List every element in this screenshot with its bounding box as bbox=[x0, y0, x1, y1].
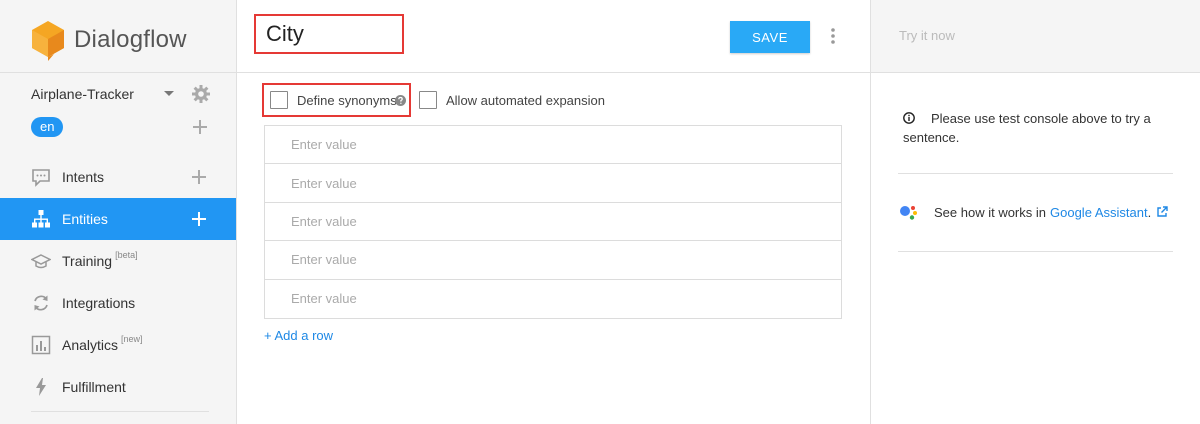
panel-divider bbox=[898, 173, 1173, 174]
allow-expansion-checkbox[interactable] bbox=[419, 91, 437, 109]
beta-tag: [beta] bbox=[115, 250, 138, 260]
table-row bbox=[265, 203, 841, 242]
sidebar-item-intents[interactable]: Intents bbox=[0, 156, 236, 198]
sidebar-nav: Intents Entities Training [beta] Integra… bbox=[0, 156, 236, 408]
info-icon bbox=[903, 112, 915, 124]
bar-chart-icon bbox=[31, 335, 51, 355]
ga-suffix-text: . bbox=[1147, 204, 1152, 220]
entity-name-input[interactable] bbox=[254, 14, 404, 54]
try-it-input[interactable] bbox=[899, 28, 1179, 43]
google-assistant-icon bbox=[900, 206, 917, 220]
entity-values-table bbox=[264, 125, 842, 319]
brand[interactable]: Dialogflow bbox=[30, 18, 187, 62]
chat-bubble-icon bbox=[32, 169, 50, 187]
agent-name: Airplane-Tracker bbox=[31, 86, 134, 102]
more-vertical-icon[interactable] bbox=[828, 26, 838, 46]
sidebar-item-training[interactable]: Training [beta] bbox=[0, 240, 236, 282]
lightning-icon bbox=[36, 378, 46, 396]
language-badge[interactable]: en bbox=[31, 117, 64, 137]
sidebar-item-integrations[interactable]: Integrations bbox=[0, 282, 236, 324]
info-message: Please use test console above to try a s… bbox=[903, 109, 1173, 147]
entity-value-input[interactable] bbox=[291, 252, 791, 268]
entity-value-input[interactable] bbox=[291, 175, 791, 191]
brand-divider bbox=[0, 72, 236, 73]
google-assistant-row: See how it works in Google Assistant . bbox=[899, 202, 1179, 222]
entity-value-input[interactable] bbox=[291, 137, 791, 153]
table-row bbox=[265, 241, 841, 280]
sidebar-item-label: Entities bbox=[62, 211, 108, 227]
sidebar-item-label: Training bbox=[62, 253, 113, 269]
external-link-icon[interactable] bbox=[1156, 206, 1168, 218]
add-intent-plus-icon[interactable] bbox=[192, 170, 206, 184]
define-synonyms-checkbox[interactable] bbox=[270, 91, 288, 109]
sidebar-item-label: Intents bbox=[62, 169, 105, 185]
brand-name: Dialogflow bbox=[74, 26, 187, 53]
google-assistant-link[interactable]: Google Assistant bbox=[1050, 205, 1148, 220]
entity-value-input[interactable] bbox=[291, 213, 791, 229]
table-row bbox=[265, 164, 841, 203]
save-button[interactable]: SAVE bbox=[730, 21, 810, 53]
gear-icon[interactable] bbox=[191, 84, 211, 104]
sidebar-item-label: Fulfillment bbox=[62, 379, 126, 395]
agent-selector[interactable]: Airplane-Tracker bbox=[31, 84, 215, 104]
sidebar-divider bbox=[31, 411, 209, 412]
chevron-down-icon[interactable] bbox=[164, 91, 174, 96]
allow-expansion-label: Allow automated expansion bbox=[446, 93, 605, 108]
info-text: Please use test console above to try a s… bbox=[903, 111, 1151, 145]
define-synonyms-label: Define synonyms bbox=[297, 93, 397, 108]
sidebar-item-analytics[interactable]: Analytics [new] bbox=[0, 324, 236, 366]
entity-editor: SAVE Define synonyms Allow automated exp… bbox=[237, 0, 870, 424]
sidebar-item-entities[interactable]: Entities bbox=[0, 198, 236, 240]
header-divider bbox=[237, 72, 870, 73]
sync-icon bbox=[34, 295, 48, 311]
add-entity-plus-icon[interactable] bbox=[192, 212, 206, 226]
graduation-cap-icon bbox=[31, 254, 51, 269]
hierarchy-icon bbox=[32, 210, 50, 228]
add-row-link[interactable]: + Add a row bbox=[264, 328, 333, 343]
sidebar: Dialogflow Airplane-Tracker en Intents E… bbox=[0, 0, 237, 424]
sidebar-item-fulfillment[interactable]: Fulfillment bbox=[0, 366, 236, 408]
table-row bbox=[265, 126, 841, 165]
language-row: en bbox=[31, 117, 215, 139]
new-tag: [new] bbox=[121, 334, 143, 344]
sidebar-item-label: Analytics bbox=[62, 337, 119, 353]
table-row bbox=[265, 280, 841, 318]
dialogflow-logo-icon bbox=[32, 21, 64, 61]
sidebar-item-label: Integrations bbox=[62, 295, 136, 311]
try-it-bar bbox=[871, 0, 1200, 73]
add-language-plus-icon[interactable] bbox=[193, 120, 207, 134]
entity-value-input[interactable] bbox=[291, 291, 791, 307]
panel-divider bbox=[898, 251, 1173, 252]
test-console-panel: Please use test console above to try a s… bbox=[870, 0, 1200, 424]
help-icon[interactable] bbox=[395, 95, 406, 106]
ga-prefix-text: See how it works in bbox=[934, 204, 1046, 220]
